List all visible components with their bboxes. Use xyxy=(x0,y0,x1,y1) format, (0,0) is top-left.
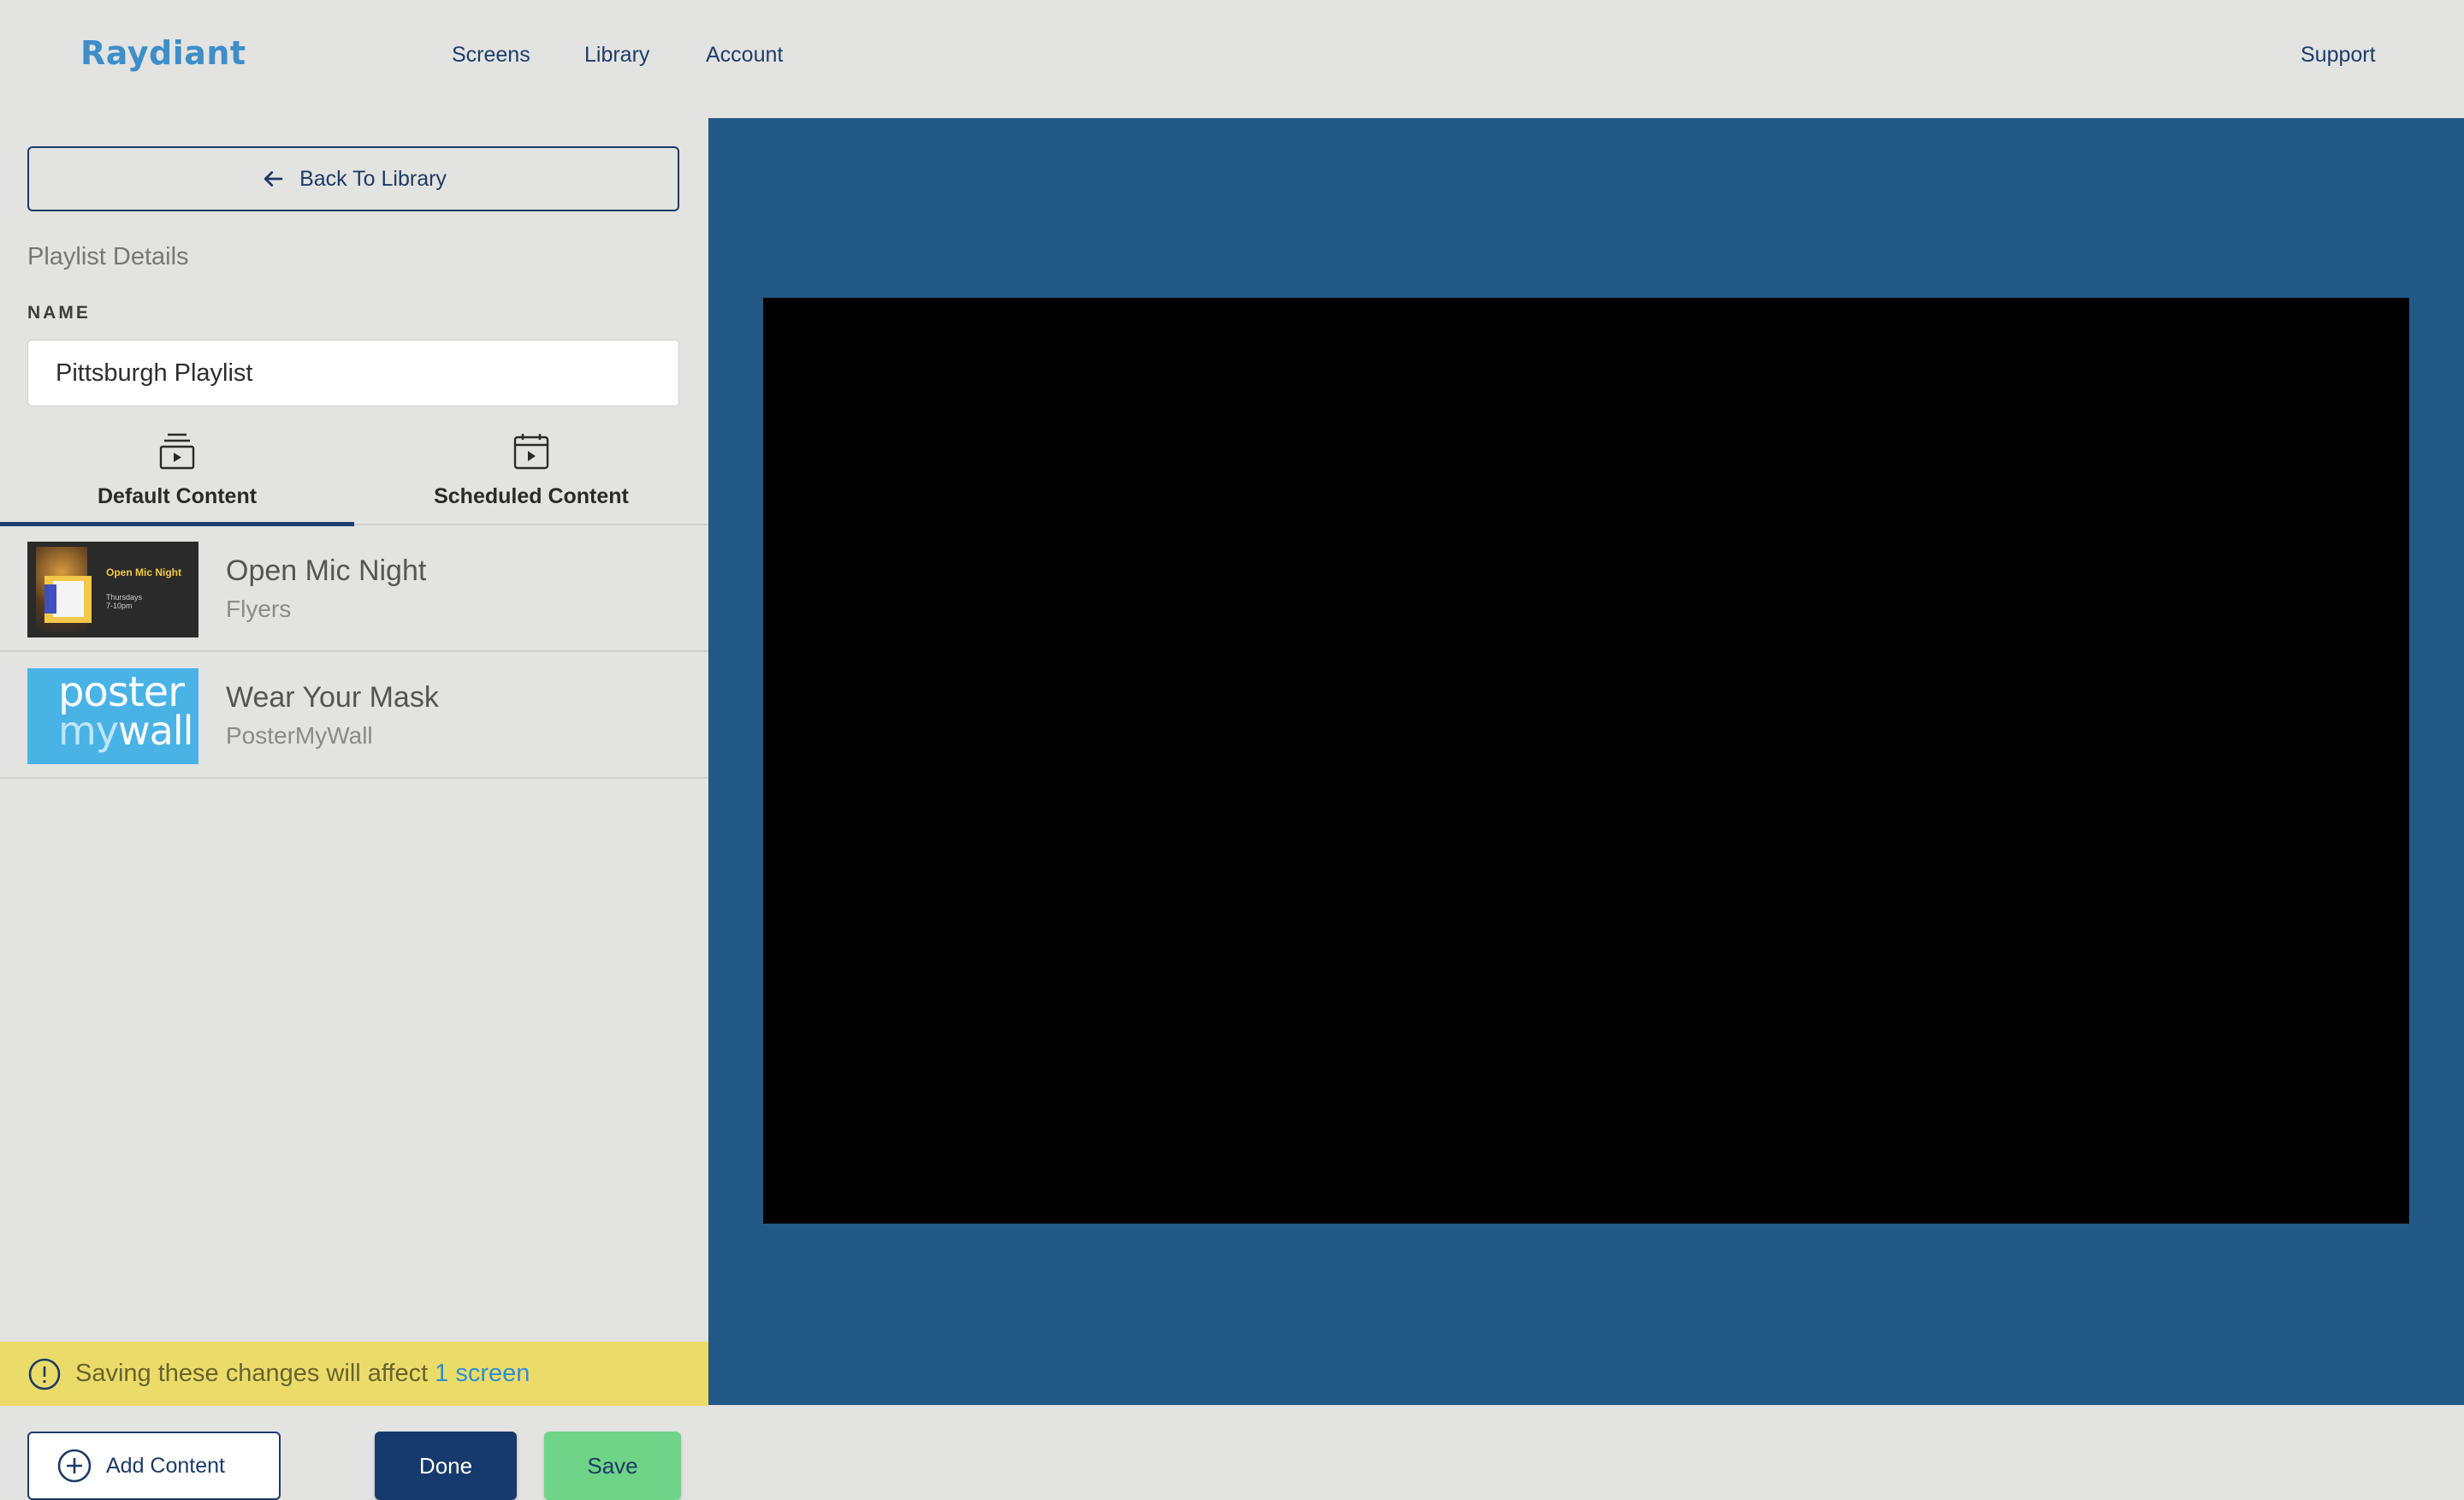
raydiant-logo[interactable]: Raydiant xyxy=(80,34,246,72)
postermywall-thumbnail: poster mywall xyxy=(27,668,198,764)
item-subtitle: Flyers xyxy=(226,596,292,622)
tab-default-content[interactable]: Default Content xyxy=(0,424,354,526)
warning-text: Saving these changes will affect xyxy=(75,1360,429,1387)
add-content-label: Add Content xyxy=(106,1453,225,1478)
tab-scheduled-content[interactable]: Scheduled Content xyxy=(354,424,708,524)
thumb-title-text: Open Mic Night xyxy=(106,566,181,578)
name-label: NAME xyxy=(27,303,91,323)
arrow-left-icon xyxy=(264,171,283,187)
playlist-details-title: Playlist Details xyxy=(27,243,189,270)
poster-logo-text: poster xyxy=(58,668,185,716)
content-tabs: Default Content Scheduled Content xyxy=(0,424,708,526)
plus-circle-icon xyxy=(57,1449,92,1483)
item-title: Wear Your Mask xyxy=(226,681,439,714)
save-button[interactable]: Save xyxy=(544,1432,681,1500)
list-item[interactable]: poster mywall Wear Your Mask PosterMyWal… xyxy=(0,652,708,779)
warning-banner: Saving these changes will affect 1 scree… xyxy=(0,1342,708,1406)
back-to-library-button[interactable]: Back To Library xyxy=(27,146,679,211)
playlist-content-list: Open Mic Night Thursdays 7-10pm Open Mic … xyxy=(0,525,708,779)
item-title: Open Mic Night xyxy=(226,554,427,587)
nav-screens[interactable]: Screens xyxy=(452,43,530,68)
alert-circle-icon xyxy=(28,1358,61,1390)
playlist-icon xyxy=(159,433,195,470)
screen-preview xyxy=(763,298,2409,1224)
mywall-logo-text: mywall xyxy=(58,708,193,754)
add-content-button[interactable]: Add Content xyxy=(27,1432,281,1500)
list-item[interactable]: Open Mic Night Thursdays 7-10pm Open Mic … xyxy=(0,525,708,652)
top-header: Raydiant Screens Library Account Support xyxy=(0,0,2464,118)
tab-scheduled-label: Scheduled Content xyxy=(434,484,629,508)
item-subtitle: PosterMyWall xyxy=(226,722,373,749)
thumb-detail-text: Thursdays 7-10pm xyxy=(106,593,143,610)
calendar-play-icon xyxy=(513,434,549,470)
paper-graphic xyxy=(44,581,84,617)
preview-panel xyxy=(708,118,2464,1405)
done-button[interactable]: Done xyxy=(375,1432,517,1500)
playlist-sidebar: Back To Library Playlist Details NAME De… xyxy=(0,118,708,1500)
back-to-library-label: Back To Library xyxy=(299,166,447,191)
tab-default-label: Default Content xyxy=(97,484,258,508)
affected-screens-link[interactable]: 1 screen xyxy=(435,1360,530,1388)
nav-support[interactable]: Support xyxy=(2301,43,2376,68)
nav-library[interactable]: Library xyxy=(584,43,649,68)
nav-account[interactable]: Account xyxy=(706,43,783,68)
open-mic-thumbnail: Open Mic Night Thursdays 7-10pm xyxy=(27,542,198,637)
playlist-name-input[interactable] xyxy=(27,340,679,406)
